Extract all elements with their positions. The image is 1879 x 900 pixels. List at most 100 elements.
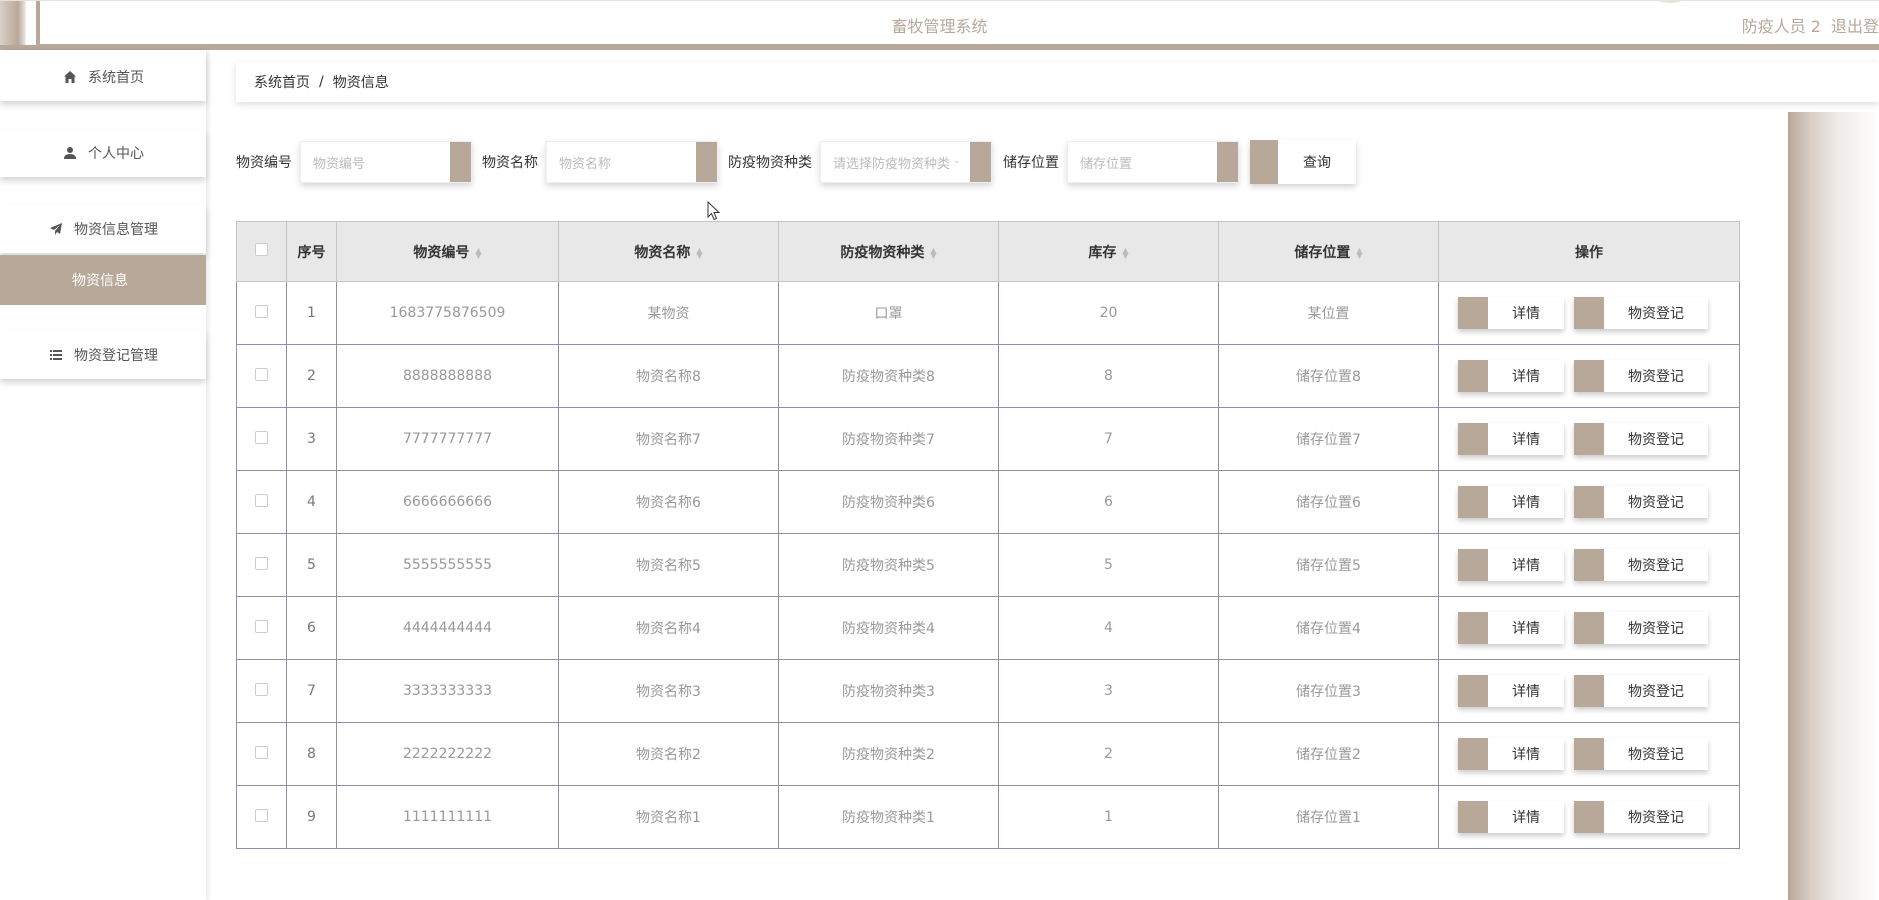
cell-name: 物资名称7 <box>558 407 779 471</box>
sidebar-item-home[interactable]: 系统首页 <box>0 53 206 101</box>
register-button[interactable]: 物资登记 <box>1574 612 1708 644</box>
button-accent <box>1458 423 1488 455</box>
detail-button[interactable]: 详情 <box>1458 801 1564 833</box>
register-button[interactable]: 物资登记 <box>1574 675 1708 707</box>
header-seq: 序号 <box>286 221 337 282</box>
cell-code: 4444444444 <box>336 596 559 660</box>
row-checkbox[interactable] <box>255 745 268 759</box>
detail-button[interactable]: 详情 <box>1458 549 1564 581</box>
query-button[interactable]: 查询 <box>1250 140 1356 184</box>
detail-button-label: 详情 <box>1512 621 1540 637</box>
sidebar-item-label: 个人中心 <box>88 146 144 162</box>
home-icon <box>62 69 78 85</box>
cell-seq: 7 <box>286 659 337 723</box>
sidebar-item-material-register-manage[interactable]: 物资登记管理 <box>0 331 206 379</box>
register-button-label: 物资登记 <box>1628 810 1684 826</box>
cell-actions: 详情 物资登记 <box>1438 344 1740 408</box>
register-button[interactable]: 物资登记 <box>1574 423 1708 455</box>
button-accent <box>1574 738 1604 770</box>
location-input[interactable]: 储存位置 <box>1067 141 1239 183</box>
cell-actions: 详情 物资登记 <box>1438 659 1740 723</box>
register-button[interactable]: 物资登记 <box>1574 486 1708 518</box>
button-accent <box>1458 675 1488 707</box>
logout-link[interactable]: 退出登 <box>1831 17 1879 36</box>
cell-actions: 详情 物资登记 <box>1438 281 1740 345</box>
header-type[interactable]: 防疫物资种类 ▲ ▼ <box>778 221 999 282</box>
cell-location: 储存位置6 <box>1218 470 1439 534</box>
sidebar-subitem-material-info[interactable]: 物资信息 <box>0 255 206 305</box>
cell-type: 防疫物资种类7 <box>778 407 999 471</box>
register-button[interactable]: 物资登记 <box>1574 297 1708 329</box>
row-actions: 详情 物资登记 <box>1439 423 1739 455</box>
header-code[interactable]: 物资编号 ▲ ▼ <box>336 221 559 282</box>
row-checkbox[interactable] <box>255 808 268 822</box>
select-all-cell <box>236 221 287 282</box>
detail-button[interactable]: 详情 <box>1458 297 1564 329</box>
detail-button[interactable]: 详情 <box>1458 612 1564 644</box>
sidebar-item-profile[interactable]: 个人中心 <box>0 129 206 177</box>
button-accent <box>1250 140 1278 184</box>
code-placeholder: 物资编号 <box>313 156 366 172</box>
register-button[interactable]: 物资登记 <box>1574 738 1708 770</box>
cell-stock: 2 <box>998 722 1219 786</box>
sort-icon[interactable]: ▲ ▼ <box>1356 246 1362 259</box>
sort-icon[interactable]: ▲ ▼ <box>1122 246 1128 259</box>
sidebar: 系统首页 个人中心 物资信息管理 物资信息 物资登记管理 <box>0 50 206 900</box>
header-code-label: 物资编号 <box>413 244 470 261</box>
row-checkbox[interactable] <box>255 682 268 696</box>
row-checkbox-cell <box>236 596 287 660</box>
detail-button[interactable]: 详情 <box>1458 423 1564 455</box>
detail-button[interactable]: 详情 <box>1458 675 1564 707</box>
cell-type: 防疫物资种类5 <box>778 533 999 597</box>
detail-button[interactable]: 详情 <box>1458 738 1564 770</box>
detail-button[interactable]: 详情 <box>1458 360 1564 392</box>
cell-location: 某位置 <box>1218 281 1439 345</box>
row-checkbox[interactable] <box>255 367 268 381</box>
button-accent <box>1574 360 1604 392</box>
header-actions: 操作 <box>1438 221 1740 282</box>
name-input[interactable]: 物资名称 <box>546 141 718 183</box>
cell-code: 5555555555 <box>336 533 559 597</box>
sort-icon[interactable]: ▲ ▼ <box>930 246 936 259</box>
row-checkbox[interactable] <box>255 493 268 507</box>
cell-type: 口罩 <box>778 281 999 345</box>
register-button-label: 物资登记 <box>1628 306 1684 322</box>
register-button[interactable]: 物资登记 <box>1574 360 1708 392</box>
row-checkbox[interactable] <box>255 430 268 444</box>
header-stock[interactable]: 库存 ▲ ▼ <box>998 221 1219 282</box>
user-area: 防疫人员 2 退出登 <box>1732 13 1879 37</box>
button-accent <box>1574 423 1604 455</box>
button-accent <box>1458 612 1488 644</box>
search-name-group: 物资名称 物资名称 <box>482 140 718 184</box>
select-all-checkbox[interactable] <box>255 243 268 256</box>
row-checkbox-cell <box>236 281 287 345</box>
detail-button[interactable]: 详情 <box>1458 486 1564 518</box>
cell-seq: 9 <box>286 785 337 849</box>
breadcrumb-current: 物资信息 <box>332 75 389 91</box>
table-row: 1 1683775876509 某物资 口罩 20 某位置 详情 物资登记 <box>236 281 1740 345</box>
sidebar-item-material-info-manage[interactable]: 物资信息管理 <box>0 205 206 253</box>
cell-code: 7777777777 <box>336 407 559 471</box>
cell-seq: 3 <box>286 407 337 471</box>
row-checkbox[interactable] <box>255 304 268 318</box>
cell-seq: 8 <box>286 722 337 786</box>
sort-icon[interactable]: ▲ ▼ <box>475 246 481 259</box>
header-location[interactable]: 储存位置 ▲ ▼ <box>1218 221 1439 282</box>
cell-stock: 7 <box>998 407 1219 471</box>
avatar[interactable] <box>1652 0 1688 3</box>
detail-button-label: 详情 <box>1512 558 1540 574</box>
breadcrumb-home[interactable]: 系统首页 <box>254 72 310 92</box>
app-title: 畜牧管理系统 <box>891 17 988 36</box>
row-checkbox[interactable] <box>255 556 268 570</box>
sort-icon[interactable]: ▲ ▼ <box>696 246 702 259</box>
type-placeholder: 请选择防疫物资种类 <box>833 156 951 172</box>
cell-type: 防疫物资种类3 <box>778 659 999 723</box>
type-select[interactable]: 请选择防疫物资种类 ⌄ <box>820 141 992 183</box>
register-button[interactable]: 物资登记 <box>1574 549 1708 581</box>
table-row: 3 7777777777 物资名称7 防疫物资种类7 7 储存位置7 详情 物资… <box>236 407 1740 471</box>
table-row: 6 4444444444 物资名称4 防疫物资种类4 4 储存位置4 详情 物资… <box>236 596 1740 660</box>
code-input[interactable]: 物资编号 <box>300 141 472 183</box>
header-name[interactable]: 物资名称 ▲ ▼ <box>558 221 779 282</box>
row-checkbox[interactable] <box>255 619 268 633</box>
register-button[interactable]: 物资登记 <box>1574 801 1708 833</box>
